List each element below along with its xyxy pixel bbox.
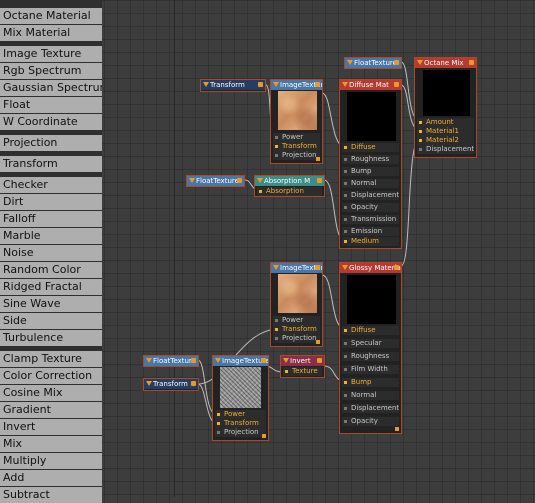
float-texture-node[interactable]: FloatTexture [344, 57, 402, 69]
invert-node[interactable]: Invert Texture [280, 355, 325, 378]
transform-node[interactable]: Transform [143, 378, 199, 391]
palette-item-clamp-texture[interactable]: Clamp Texture [0, 351, 102, 367]
node-resize-handle[interactable] [316, 340, 320, 344]
palette-item-float[interactable]: Float [0, 97, 102, 113]
palette-item-image-texture[interactable]: Image Texture [0, 46, 102, 62]
palette-item-side[interactable]: Side [0, 313, 102, 329]
palette-item-gradient[interactable]: Gradient [0, 402, 102, 418]
port-bump[interactable]: Bump [342, 167, 399, 176]
node-title: FloatTexture [345, 58, 401, 68]
port-power[interactable]: Power [215, 410, 266, 419]
node-title: FloatTexture [187, 176, 244, 186]
node-resize-handle[interactable] [316, 157, 320, 161]
port-projection[interactable]: Projection [273, 151, 320, 160]
node-title: ImageTexture [271, 263, 322, 273]
node-resize-handle[interactable] [395, 427, 399, 431]
port-film-width[interactable]: Film Width [342, 365, 399, 374]
palette-item-gaussian-spectrum[interactable]: Gaussian Spectrum [0, 80, 102, 96]
node-title: Octane Mix [415, 58, 476, 68]
port-displacement[interactable]: Displacement [342, 191, 399, 200]
material-preview [423, 70, 470, 116]
port-transform[interactable]: Transform [215, 419, 266, 428]
node-title: ImageTexture [271, 80, 322, 90]
palette-item-w-coordinate[interactable]: W Coordinate [0, 114, 102, 130]
material-preview [347, 275, 396, 324]
texture-preview [278, 274, 317, 313]
texture-preview [278, 91, 317, 130]
port-transform[interactable]: Transform [273, 325, 320, 334]
texture-preview [220, 367, 261, 408]
node-title: Absorption M [255, 176, 324, 186]
node-resize-handle[interactable] [262, 434, 266, 438]
palette-item-falloff[interactable]: Falloff [0, 211, 102, 227]
palette-item-mix-material[interactable]: Mix Material [0, 25, 102, 41]
node-title: Invert [281, 356, 324, 366]
port-roughness[interactable]: Roughness [342, 352, 399, 361]
node-title: Diffuse Mat [340, 80, 401, 90]
port-opacity[interactable]: Opacity [342, 417, 399, 426]
port-texture[interactable]: Texture [283, 367, 322, 376]
port-power[interactable]: Power [273, 316, 320, 325]
node-title: Glossy Material [340, 263, 401, 273]
image-texture-node[interactable]: ImageTexture Power Transform Projection [212, 355, 269, 441]
palette-item-octane-material[interactable]: Octane Material [0, 8, 102, 24]
palette-item-invert[interactable]: Invert [0, 419, 102, 435]
material-preview [347, 92, 396, 141]
palette-item-multiply[interactable]: Multiply [0, 453, 102, 469]
port-displacement[interactable]: Displacement [417, 145, 474, 154]
node-title: ImageTexture [213, 356, 268, 366]
float-texture-node[interactable]: FloatTexture [143, 355, 199, 367]
port-medium[interactable]: Medium [342, 237, 399, 246]
palette-item-turbulence[interactable]: Turbulence [0, 330, 102, 346]
palette-item-ridged-fractal[interactable]: Ridged Fractal [0, 279, 102, 295]
octane-mix-node[interactable]: Octane Mix Amount Material1 Material2 Di… [414, 57, 477, 158]
port-emission[interactable]: Emission [342, 227, 399, 236]
image-texture-node[interactable]: ImageTexture Power Transform Projection [270, 79, 323, 164]
palette-item-cosine-mix[interactable]: Cosine Mix [0, 385, 102, 401]
port-transmission[interactable]: Transmission [342, 215, 399, 224]
port-roughness[interactable]: Roughness [342, 155, 399, 164]
palette-item-rgb-spectrum[interactable]: Rgb Spectrum [0, 63, 102, 79]
palette-item-sine-wave[interactable]: Sine Wave [0, 296, 102, 312]
port-material1[interactable]: Material1 [417, 127, 474, 136]
palette-item-projection[interactable]: Projection [0, 135, 102, 151]
port-power[interactable]: Power [273, 133, 320, 142]
image-texture-node[interactable]: ImageTexture Power Transform Projection [270, 262, 323, 347]
node-title: FloatTexture [144, 356, 198, 366]
float-texture-node[interactable]: FloatTexture [186, 175, 245, 187]
palette-item-mix[interactable]: Mix [0, 436, 102, 452]
port-absorption[interactable]: Absorption [257, 187, 322, 196]
port-projection[interactable]: Projection [273, 334, 320, 343]
palette-item-subtract[interactable]: Subtract [0, 487, 102, 503]
port-projection[interactable]: Projection [215, 428, 266, 437]
port-opacity[interactable]: Opacity [342, 203, 399, 212]
transform-node[interactable]: Transform [200, 79, 266, 92]
port-normal[interactable]: Normal [342, 179, 399, 188]
node-title: Transform [201, 80, 265, 90]
port-transform[interactable]: Transform [273, 142, 320, 151]
node-title: Transform [144, 379, 198, 389]
palette-item-marble[interactable]: Marble [0, 228, 102, 244]
palette-item-checker[interactable]: Checker [0, 177, 102, 193]
node-palette-sidebar: Octane Material Mix Material Image Texture… [0, 0, 102, 503]
port-diffuse[interactable]: Diffuse [342, 143, 399, 152]
palette-item-add[interactable]: Add [0, 470, 102, 486]
absorption-medium-node[interactable]: Absorption M Absorption [254, 175, 325, 197]
canvas-divider [174, 0, 175, 497]
port-amount[interactable]: Amount [417, 118, 474, 127]
glossy-material-node[interactable]: Glossy Material Diffuse Specular Roughne… [339, 262, 402, 434]
port-material2[interactable]: Material2 [417, 136, 474, 145]
palette-item-dirt[interactable]: Dirt [0, 194, 102, 210]
port-specular[interactable]: Specular [342, 339, 399, 348]
palette-item-color-correction[interactable]: Color Correction [0, 368, 102, 384]
palette-item-transform[interactable]: Transform [0, 156, 102, 172]
palette-item-noise[interactable]: Noise [0, 245, 102, 261]
port-displacement[interactable]: Displacement [342, 404, 399, 413]
port-diffuse[interactable]: Diffuse [342, 326, 399, 335]
port-normal[interactable]: Normal [342, 391, 399, 400]
port-bump[interactable]: Bump [342, 378, 399, 387]
diffuse-material-node[interactable]: Diffuse Mat Diffuse Roughness Bump Norma… [339, 79, 402, 249]
palette-item-random-color[interactable]: Random Color [0, 262, 102, 278]
